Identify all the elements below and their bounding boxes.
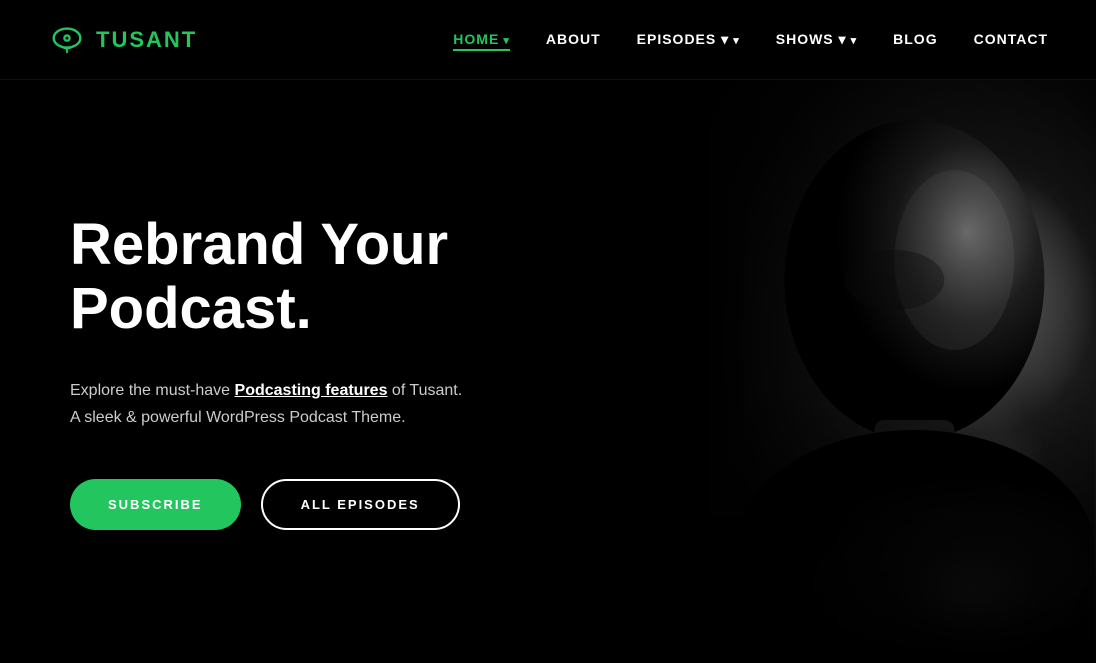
nav-link-contact[interactable]: CONTACT	[974, 31, 1048, 47]
hero-title: Rebrand Your Podcast.	[70, 213, 620, 341]
podcasting-features-link[interactable]: Podcasting features	[235, 382, 388, 399]
brand-name: TUSANT	[96, 27, 197, 53]
hero-buttons: SUBSCRIBE ALL EPISODES	[70, 479, 620, 530]
all-episodes-button[interactable]: ALL EPISODES	[261, 479, 460, 530]
nav-item-contact[interactable]: CONTACT	[974, 31, 1048, 49]
podcast-cloud-icon	[48, 21, 86, 59]
hero-description: Explore the must-have Podcasting feature…	[70, 377, 620, 431]
nav-item-home[interactable]: HOME	[453, 31, 510, 49]
nav-link-home[interactable]: HOME	[453, 31, 510, 51]
nav-item-episodes[interactable]: EPISODES ▾	[637, 31, 740, 49]
nav-item-shows[interactable]: SHOWS ▾	[776, 31, 857, 49]
logo[interactable]: TUSANT	[48, 21, 197, 59]
hero-content: Rebrand Your Podcast. Explore the must-h…	[0, 213, 620, 530]
nav-link-about[interactable]: ABOUT	[546, 31, 601, 47]
hero-desc-line2: A sleek & powerful WordPress Podcast The…	[70, 409, 406, 426]
nav-item-about[interactable]: ABOUT	[546, 31, 601, 49]
nav-link-blog[interactable]: BLOG	[893, 31, 937, 47]
hero-desc-prefix: Explore the must-have	[70, 382, 235, 399]
hero-section: Rebrand Your Podcast. Explore the must-h…	[0, 80, 1096, 663]
main-nav: TUSANT HOME ABOUT EPISODES ▾ SHOWS ▾ BLO…	[0, 0, 1096, 80]
nav-link-episodes[interactable]: EPISODES ▾	[637, 31, 740, 47]
hero-desc-suffix: of Tusant.	[387, 382, 462, 399]
nav-item-blog[interactable]: BLOG	[893, 31, 937, 49]
nav-links: HOME ABOUT EPISODES ▾ SHOWS ▾ BLOG CONTA…	[453, 31, 1048, 49]
subscribe-button[interactable]: SUBSCRIBE	[70, 479, 241, 530]
nav-link-shows[interactable]: SHOWS ▾	[776, 31, 857, 47]
